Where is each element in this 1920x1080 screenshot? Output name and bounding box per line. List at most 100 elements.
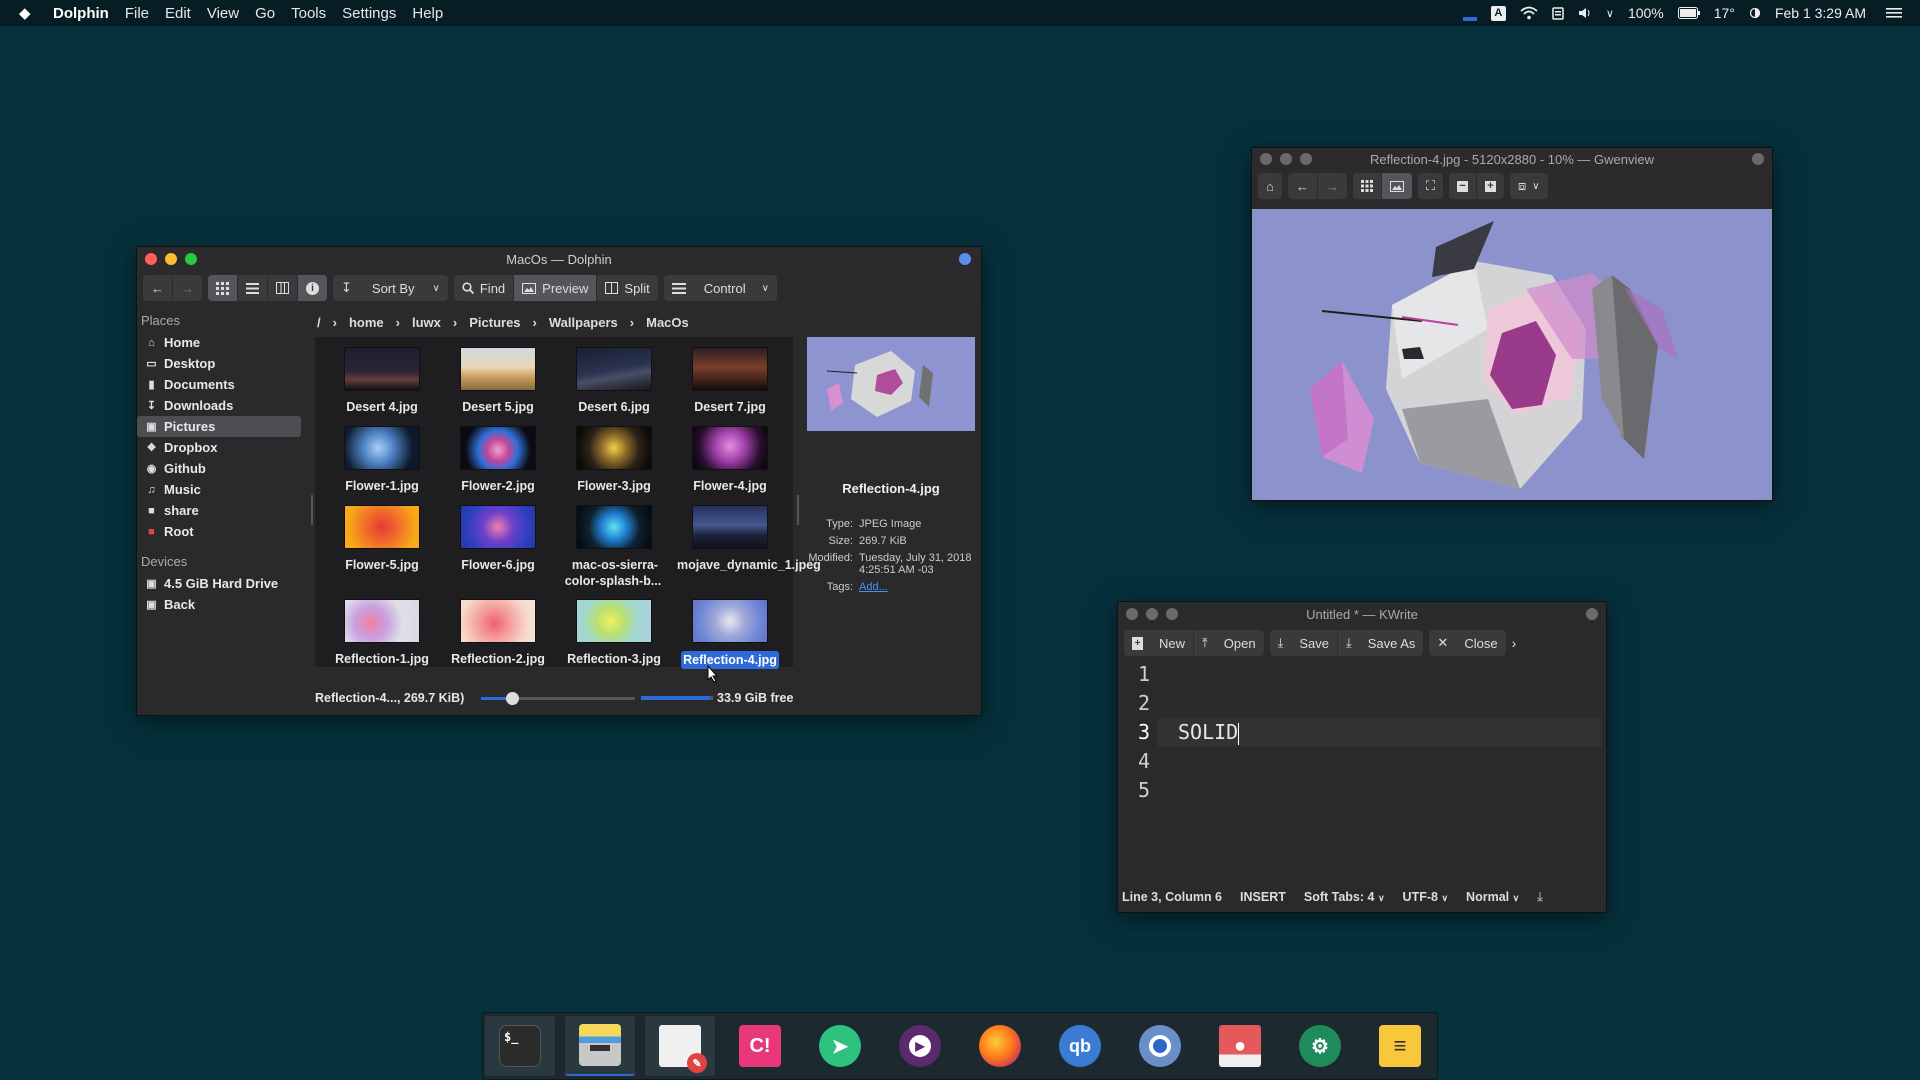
keep-above-button[interactable]	[959, 253, 971, 265]
breadcrumb-wallpapers[interactable]: Wallpapers	[549, 315, 618, 330]
zoom-slider[interactable]	[481, 691, 635, 705]
close-window-button[interactable]	[145, 253, 157, 265]
dock-image-viewer[interactable]: ●	[1205, 1016, 1275, 1076]
fullscreen-button[interactable]: ⛶	[1418, 173, 1443, 199]
control-menu-button[interactable]: Control ∨	[664, 275, 777, 301]
menu-help[interactable]: Help	[412, 5, 443, 22]
breadcrumb-root[interactable]: /	[317, 315, 321, 330]
info-splitter[interactable]	[797, 495, 799, 525]
file-item[interactable]: Flower-5.jpg	[327, 505, 437, 573]
dock-firefox[interactable]	[965, 1016, 1035, 1076]
place-documents[interactable]: ▮ Documents	[137, 374, 301, 395]
save-as-button[interactable]: ⤓ Save As	[1338, 630, 1423, 656]
menu-edit[interactable]: Edit	[165, 5, 191, 22]
text-editor-area[interactable]: SOLID	[1158, 660, 1602, 805]
file-item[interactable]: Desert 7.jpg	[675, 347, 785, 415]
place-root[interactable]: ■ Root	[137, 521, 301, 542]
kwrite-titlebar[interactable]: Untitled * — KWrite	[1118, 602, 1606, 626]
keep-above-button[interactable]	[1586, 608, 1598, 620]
back-button[interactable]: ←	[143, 275, 173, 301]
breadcrumb-luwx[interactable]: luwx	[412, 315, 441, 330]
clipboard-icon[interactable]	[1552, 6, 1564, 20]
menu-go[interactable]: Go	[255, 5, 275, 22]
wifi-icon[interactable]	[1520, 6, 1538, 20]
view-mode-button[interactable]	[1381, 173, 1412, 199]
apple-menu-icon[interactable]: ◆	[19, 4, 39, 22]
previous-image-button[interactable]: ←	[1288, 173, 1318, 199]
breadcrumb-pictures[interactable]: Pictures	[469, 315, 520, 330]
zoom-out-button[interactable]: −	[1449, 173, 1477, 199]
dock-notes[interactable]: ≡	[1365, 1016, 1435, 1076]
file-item[interactable]: Flower-6.jpg	[443, 505, 553, 573]
menu-file[interactable]: File	[125, 5, 149, 22]
syntax-mode-menu[interactable]: Normal ∨	[1466, 890, 1519, 904]
file-item[interactable]: Desert 6.jpg	[559, 347, 669, 415]
columns-view-button[interactable]	[268, 275, 298, 301]
weather-icon[interactable]	[1749, 7, 1761, 19]
encoding-menu[interactable]: UTF-8 ∨	[1403, 890, 1449, 904]
zoom-in-button[interactable]: +	[1477, 173, 1504, 199]
place-dropbox[interactable]: ❖ Dropbox	[137, 437, 301, 458]
sidebar-splitter[interactable]	[311, 495, 313, 525]
file-item[interactable]: mojave_dynamic_1.jpeg	[675, 505, 821, 573]
dock-files[interactable]: ▬	[565, 1016, 635, 1076]
breadcrumb-home[interactable]: home	[349, 315, 384, 330]
dock-text-editor[interactable]: ✎	[645, 1016, 715, 1076]
file-item[interactable]: mac-os-sierra-color-splash-b...	[559, 505, 669, 589]
place-music[interactable]: ♫ Music	[137, 479, 301, 500]
place-desktop[interactable]: ▭ Desktop	[137, 353, 301, 374]
clock[interactable]: Feb 1 3:29 AM	[1775, 5, 1866, 21]
file-item-selected[interactable]: Reflection-4.jpg	[675, 599, 785, 669]
dock-qbittorrent[interactable]: qb	[1045, 1016, 1115, 1076]
more-tools-chevron-icon[interactable]: ›	[1512, 635, 1517, 651]
add-tags-link[interactable]: Add...	[859, 581, 975, 593]
dock-media-player[interactable]: ▶	[885, 1016, 955, 1076]
place-downloads[interactable]: ↧ Downloads	[137, 395, 301, 416]
file-item[interactable]: Desert 4.jpg	[327, 347, 437, 415]
close-window-button[interactable]	[1126, 608, 1138, 620]
gwenview-titlebar[interactable]: Reflection-4.jpg - 5120x2880 - 10% — Gwe…	[1252, 148, 1772, 170]
indentation-menu[interactable]: Soft Tabs: 4 ∨	[1304, 890, 1385, 904]
menu-view[interactable]: View	[207, 5, 239, 22]
maximize-window-button[interactable]	[185, 253, 197, 265]
keep-above-button[interactable]	[1752, 153, 1764, 165]
info-panel-button[interactable]: i	[298, 275, 327, 301]
maximize-window-button[interactable]	[1300, 153, 1312, 165]
battery-icon[interactable]	[1677, 7, 1700, 19]
notification-list-icon[interactable]	[1886, 7, 1902, 19]
place-pictures[interactable]: ▣ Pictures	[137, 416, 301, 437]
dolphin-titlebar[interactable]: MacOs — Dolphin	[137, 247, 981, 271]
save-button[interactable]: ⤓ Save	[1270, 630, 1338, 656]
new-document-button[interactable]: + New	[1124, 630, 1195, 656]
input-mode[interactable]: INSERT	[1240, 890, 1286, 904]
active-app-name[interactable]: Dolphin	[53, 5, 109, 22]
chevron-down-icon[interactable]: ∨	[1606, 7, 1614, 20]
cursor-position[interactable]: Line 3, Column 6	[1122, 890, 1222, 904]
maximize-window-button[interactable]	[1166, 608, 1178, 620]
sort-by-button[interactable]: ↧ Sort By ∨	[333, 275, 448, 301]
browse-mode-button[interactable]	[1353, 173, 1382, 199]
dock-chromium[interactable]	[1125, 1016, 1195, 1076]
volume-icon[interactable]	[1578, 6, 1592, 20]
device-back[interactable]: ▣ Back	[137, 594, 301, 615]
minimize-window-button[interactable]	[165, 253, 177, 265]
file-item[interactable]: Reflection-2.jpg	[443, 599, 553, 667]
file-item[interactable]: Flower-2.jpg	[443, 426, 553, 494]
place-home[interactable]: ⌂ Home	[137, 332, 301, 353]
breadcrumb-macos[interactable]: MacOs	[646, 315, 689, 330]
device-hard-drive[interactable]: ▣ 4.5 GiB Hard Drive	[137, 573, 301, 594]
zoom-slider-handle[interactable]	[505, 692, 519, 705]
dock-telegram[interactable]: ➤	[805, 1016, 875, 1076]
minimize-window-button[interactable]	[1146, 608, 1158, 620]
close-window-button[interactable]	[1260, 153, 1272, 165]
share-button[interactable]: ⧈ ∨	[1510, 173, 1548, 199]
open-document-button[interactable]: ⤒ Open	[1194, 630, 1264, 656]
home-button[interactable]: ⌂	[1258, 173, 1282, 199]
file-item[interactable]: Flower-1.jpg	[327, 426, 437, 494]
find-button[interactable]: Find	[454, 275, 515, 301]
place-github[interactable]: ◉ Github	[137, 458, 301, 479]
close-document-button[interactable]: ✕ Close	[1429, 630, 1505, 656]
place-share[interactable]: ■ share	[137, 500, 301, 521]
file-item[interactable]: Reflection-3.jpg	[559, 599, 669, 667]
file-item[interactable]: Flower-3.jpg	[559, 426, 669, 494]
